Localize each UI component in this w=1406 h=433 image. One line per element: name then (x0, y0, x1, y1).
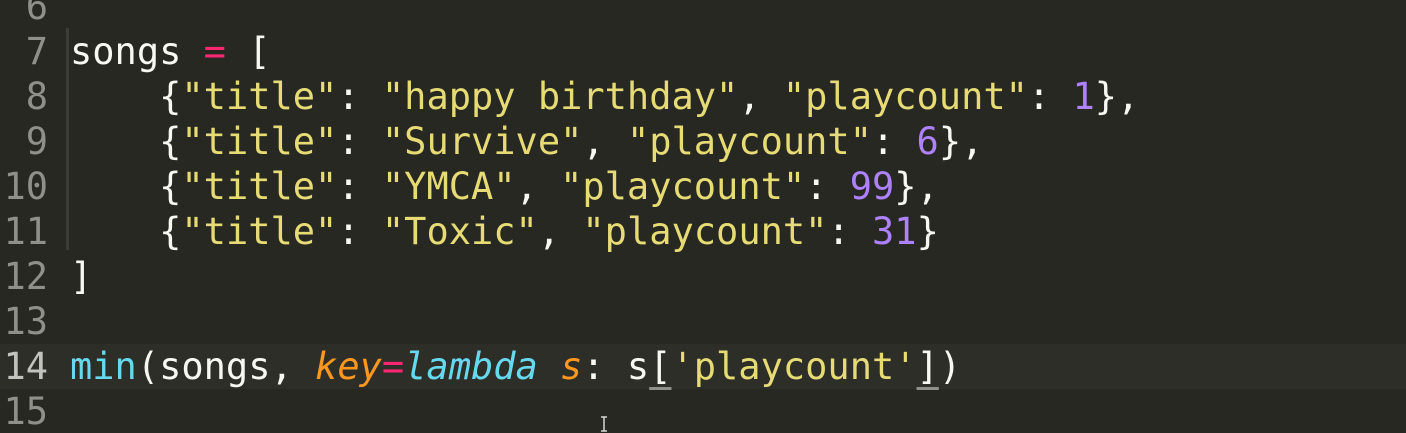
code-token: , (515, 165, 561, 208)
code-token: "YMCA" (381, 165, 516, 208)
code-token: key (315, 345, 382, 388)
code-token: } (916, 210, 939, 253)
code-token: = (203, 30, 226, 73)
code-token: 'playcount' (671, 345, 917, 388)
line-number: 13 (3, 300, 48, 343)
code-token: songs (70, 30, 204, 73)
line-code: ] (70, 254, 92, 299)
line-code: songs = [ (70, 29, 271, 74)
code-token: "playcount" (782, 75, 1028, 118)
code-token: { (70, 120, 182, 163)
code-token: , (738, 75, 783, 118)
code-token: 6 (916, 120, 939, 163)
code-token: 31 (872, 210, 917, 253)
code-token: : s (582, 345, 650, 388)
line-code: {"title": "happy birthday", "playcount":… (70, 74, 1139, 119)
code-token: { (70, 210, 182, 253)
code-token: min (70, 345, 137, 388)
code-token: "title" (181, 165, 338, 208)
code-token: : (871, 120, 917, 163)
line-code: {"title": "Survive", "playcount": 6}, (70, 119, 983, 164)
line-number: 8 (25, 75, 48, 118)
code-token: "title" (181, 120, 338, 163)
code-line[interactable]: 9 {"title": "Survive", "playcount": 6}, (0, 119, 1406, 164)
code-token: { (70, 165, 182, 208)
line-number: 9 (25, 120, 48, 163)
line-number: 7 (25, 30, 48, 73)
code-line[interactable]: 12] (0, 254, 1406, 299)
line-number: 12 (3, 255, 48, 298)
code-token: ) (938, 345, 962, 388)
code-token: 1 (1072, 75, 1095, 118)
code-token: lambda (404, 345, 538, 388)
line-number: 14 (3, 345, 48, 388)
line-code: min(songs, key=lambda s: s['playcount']) (70, 344, 961, 389)
line-number: 15 (3, 390, 48, 433)
code-token: : (337, 165, 382, 208)
code-token: }, (1094, 75, 1140, 118)
line-number: 11 (3, 210, 48, 253)
line-number: 10 (3, 165, 48, 208)
code-line[interactable]: 14 min(songs, key=lambda s: s['playcount'… (0, 344, 1406, 389)
code-token: "Toxic" (381, 210, 538, 253)
line-number: 6 (25, 0, 48, 28)
code-line[interactable]: 7 songs = [ (0, 29, 1406, 74)
code-token: "happy birthday" (381, 75, 739, 118)
code-line[interactable]: 11 {"title": "Toxic", "playcount": 31} (0, 209, 1406, 254)
code-token: : (337, 210, 382, 253)
code-token: "title" (181, 210, 338, 253)
code-token: "playcount" (626, 120, 872, 163)
code-line[interactable]: 13 (0, 299, 1406, 344)
code-token: , (582, 120, 627, 163)
code-token: ] (70, 255, 93, 298)
code-token: : (1027, 75, 1073, 118)
code-token: [ (225, 30, 271, 73)
code-token: [ (649, 345, 672, 388)
code-token: "Survive" (381, 120, 583, 163)
code-editor[interactable]: 6 7 songs = [8 {"title": "happy birthday",… (0, 0, 1406, 433)
line-code: {"title": "YMCA", "playcount": 99}, (70, 164, 939, 209)
code-token: "playcount" (582, 210, 828, 253)
line-code: {"title": "Toxic", "playcount": 31} (70, 209, 939, 254)
code-line[interactable]: 6 (0, 0, 1406, 29)
code-token: : (805, 165, 850, 208)
code-token: , (537, 210, 583, 253)
code-token: : (337, 120, 382, 163)
code-token: (songs, (136, 345, 316, 388)
code-token: s (560, 345, 583, 388)
code-token: }, (894, 165, 939, 208)
code-token: : (337, 75, 382, 118)
code-line[interactable]: 10 {"title": "YMCA", "playcount": 99}, (0, 164, 1406, 209)
code-token: { (70, 75, 182, 118)
code-token: ] (916, 345, 939, 388)
code-line[interactable]: 8 {"title": "happy birthday", "playcount… (0, 74, 1406, 119)
code-token: "title" (181, 75, 338, 118)
code-token: }, (938, 120, 984, 163)
ibeam-cursor-icon (601, 416, 607, 432)
code-token: 99 (849, 165, 895, 208)
code-token: = (381, 345, 405, 388)
code-token: : (827, 210, 872, 253)
code-line[interactable]: 15 (0, 389, 1406, 433)
code-token: "playcount" (560, 165, 806, 208)
